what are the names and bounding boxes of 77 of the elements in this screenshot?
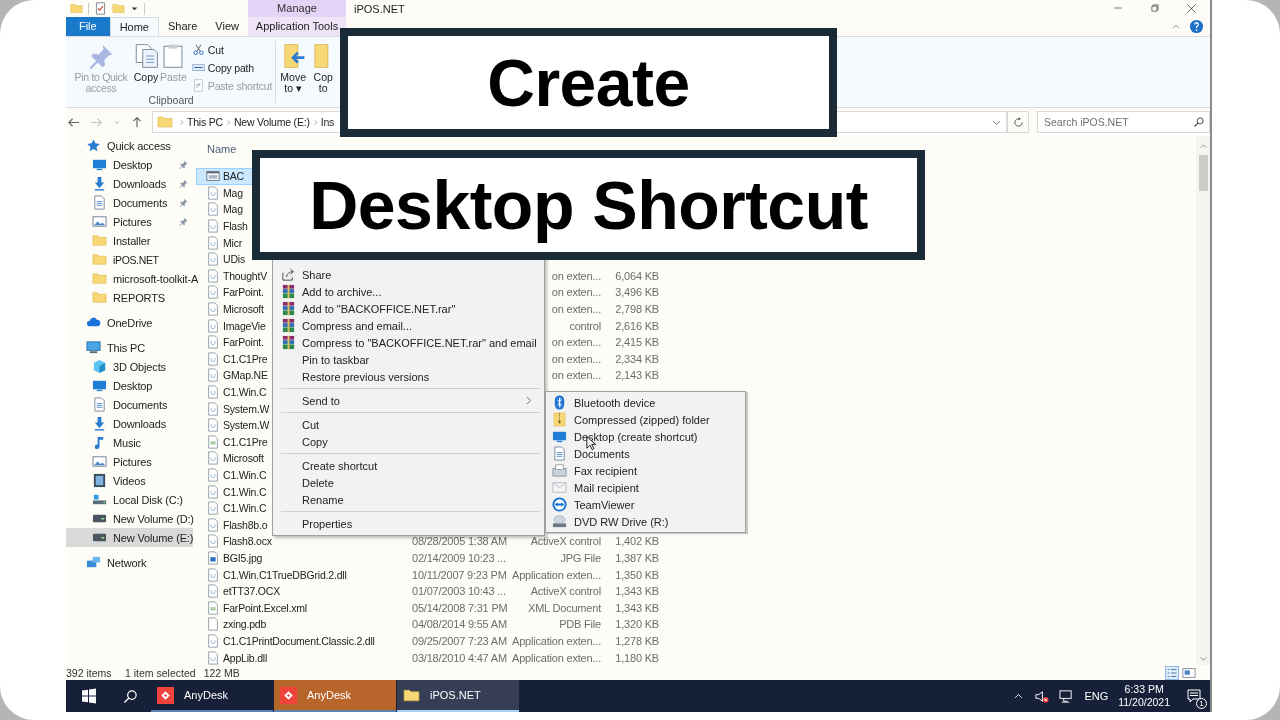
window-title: iPOS.NET [353, 2, 405, 15]
file-name: Microsoft [223, 303, 264, 316]
file-name: System.W [223, 419, 270, 432]
size-cell: 1,320 KB [615, 618, 659, 631]
file-name: Flash [223, 220, 248, 233]
file-name: BAC [223, 170, 244, 183]
file-name: ThoughtV [223, 269, 267, 282]
size-cell: 2,616 KB [615, 319, 659, 332]
type-cell: on exten... [551, 352, 601, 365]
type-cell: Application exten... [512, 634, 601, 647]
type-cell: ActiveX control [530, 535, 601, 548]
date-cell: 01/07/2003 10:43 ... [412, 585, 506, 598]
size-cell: 2,143 KB [615, 369, 659, 382]
status-text: 122 MB [203, 666, 240, 679]
file-name: BGI5.jpg [223, 551, 263, 564]
file-name: C1.C1Pre [223, 435, 268, 448]
file-name: Flash8.ocx [223, 535, 272, 548]
size-cell: 2,334 KB [615, 352, 659, 365]
size-cell: 2,798 KB [615, 303, 659, 316]
type-cell: PDB File [559, 618, 601, 631]
type-cell: Application exten... [512, 651, 601, 664]
file-name: Mag [223, 186, 243, 199]
file-name: C1.C1PrintDocument.Classic.2.dll [223, 634, 375, 647]
type-cell: JPG File [560, 551, 601, 564]
file-name: FarPoint. [223, 336, 264, 349]
file-name: C1.Win.C [223, 469, 267, 481]
type-cell: ActiveX control [530, 585, 601, 598]
date-cell: 05/14/2008 7:31 PM [412, 601, 506, 614]
type-cell: on exten... [551, 336, 601, 349]
file-name: System.W [223, 402, 270, 415]
type-cell: on exten... [551, 269, 601, 282]
type-cell: on exten... [551, 286, 601, 299]
notification-badge: 1 [1196, 698, 1207, 709]
file-name: FarPoint.Excel.xml [223, 601, 307, 614]
size-cell: 1,343 KB [615, 585, 659, 598]
file-name: C1.Win.C [223, 386, 267, 398]
group-label: Clipboard [148, 94, 194, 106]
file-name: Microsoft [223, 452, 264, 465]
size-cell: 1,387 KB [615, 551, 659, 564]
file-name: AppLib.dll [223, 651, 268, 664]
file-name: etTT37.OCX [223, 585, 280, 598]
file-name: C1.Win.C1TrueDBGrid.2.dll [223, 568, 347, 581]
size-cell: 2,415 KB [615, 336, 659, 349]
size-cell: 1,350 KB [615, 568, 659, 581]
date-cell: 08/28/2005 1:38 AM [412, 535, 506, 548]
date-cell: 04/08/2014 9:55 AM [412, 618, 506, 631]
file-name: GMap.NE [223, 369, 268, 382]
file-name: zxing.pdb [223, 618, 267, 631]
context-tab-group: Manage [248, 0, 346, 17]
date-cell: 10/11/2007 9:23 PM [412, 568, 506, 581]
file-name: UDis [223, 253, 245, 266]
date-cell: 09/25/2007 7:23 AM [412, 634, 506, 647]
file-name: ImageVie [223, 319, 266, 332]
type-cell: XML Document [528, 601, 601, 614]
file-name: FarPoint. [223, 286, 264, 299]
type-cell: on exten... [551, 303, 601, 316]
file-name: Flash8b.o [223, 518, 268, 531]
type-cell: control [569, 319, 601, 332]
date-cell: 03/18/2010 4:47 AM [412, 651, 506, 664]
size-cell: 6,064 KB [615, 269, 659, 282]
size-cell: 1,402 KB [615, 535, 659, 548]
file-name: C1.Win.C [223, 485, 267, 498]
file-name: Mag [223, 203, 243, 216]
size-cell: 1,278 KB [615, 634, 659, 647]
title-overlay: Create [340, 28, 837, 137]
file-name: C1.C1Pre [223, 352, 268, 365]
file-name: Micr [223, 236, 243, 249]
size-cell: 1,180 KB [615, 651, 659, 664]
title-overlay: Desktop Shortcut [252, 150, 925, 260]
file-name: C1.Win.C [223, 502, 267, 515]
size-cell: 1,343 KB [615, 601, 659, 614]
type-cell: on exten... [551, 369, 601, 382]
status-text: 392 items [66, 666, 113, 679]
size-cell: 3,496 KB [615, 286, 659, 299]
type-cell: Application exten... [512, 568, 601, 581]
date-cell: 02/14/2009 10:23 ... [412, 551, 506, 564]
status-text: 1 item selected [125, 666, 196, 679]
